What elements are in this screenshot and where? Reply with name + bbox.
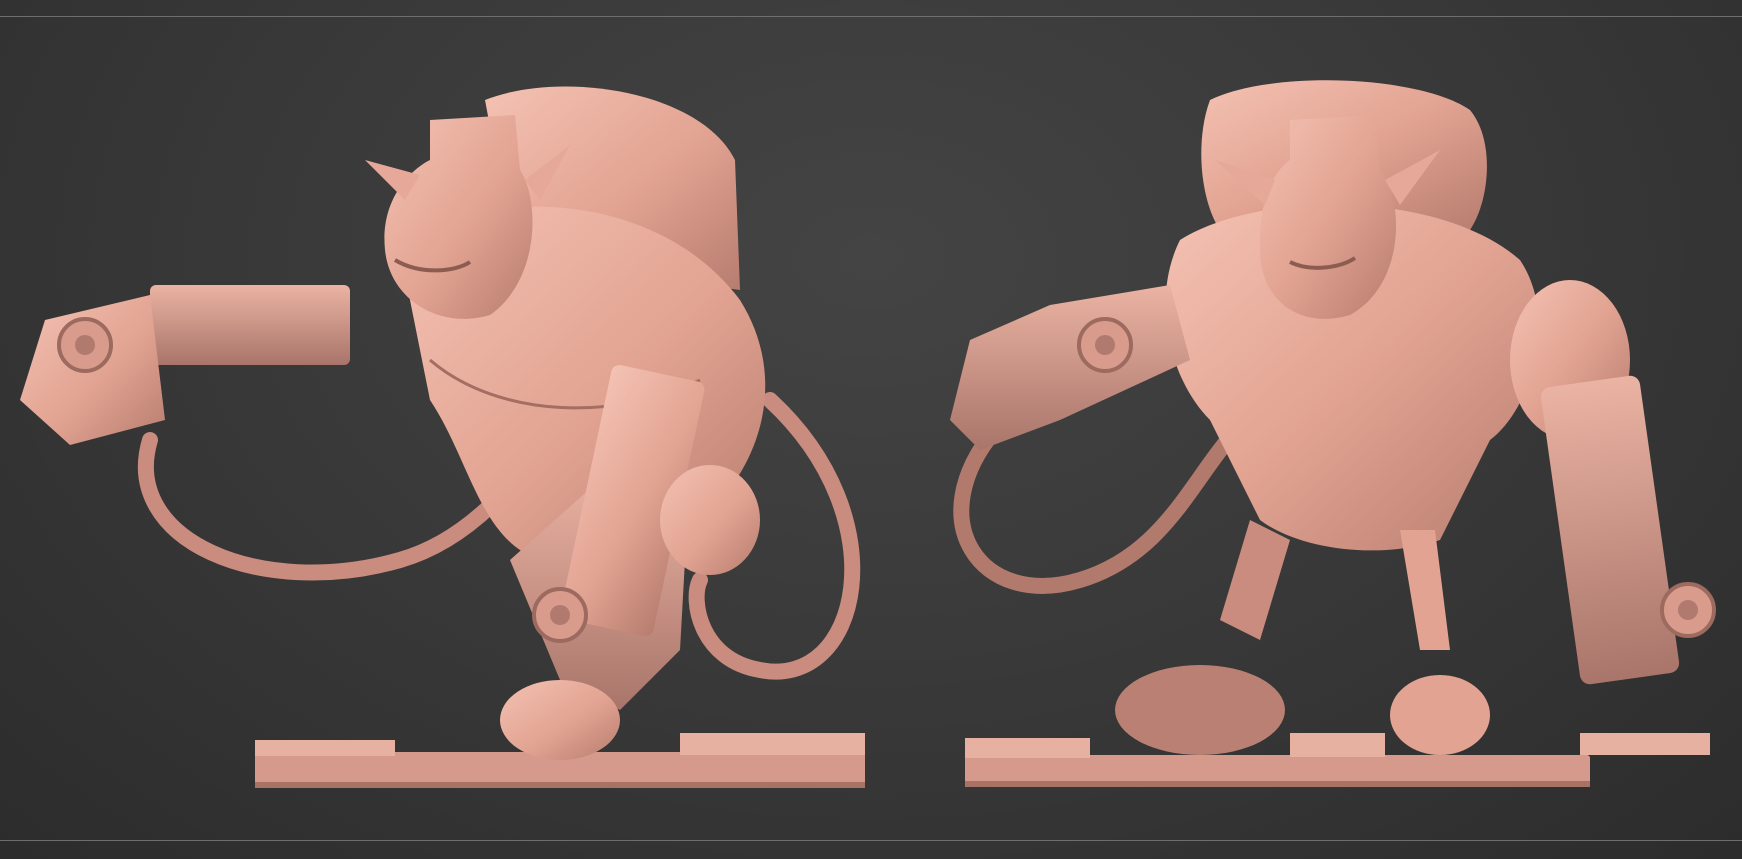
fist: [660, 465, 760, 575]
blaster-right: [1510, 280, 1716, 685]
foot: [500, 680, 620, 760]
blaster-left: [950, 285, 1190, 450]
blaster-left: [20, 285, 350, 445]
base-plate: [965, 733, 1710, 787]
sculpt-view-right: [950, 80, 1716, 787]
sculpt-view-left: [20, 86, 865, 788]
sculpt-viewport: [0, 0, 1742, 859]
legs: [1115, 520, 1490, 755]
